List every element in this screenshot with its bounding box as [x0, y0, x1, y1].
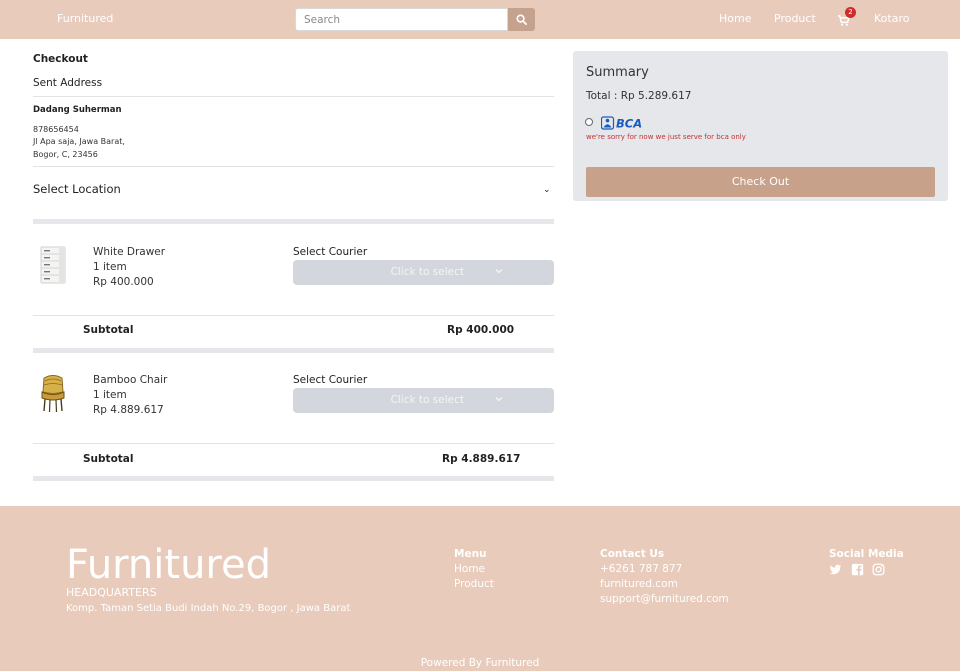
product-image-bamboo-chair: [36, 372, 70, 416]
courier-select[interactable]: Click to select: [293, 388, 554, 413]
navbar: Furnitured Home Product 2 Kotaro: [0, 0, 960, 39]
svg-text:BCA: BCA: [616, 117, 642, 130]
cart-count-badge: 2: [845, 7, 856, 18]
instagram-icon[interactable]: [872, 563, 885, 576]
bca-logo: BCA: [600, 115, 647, 131]
subtotal-value: Rp 400.000: [447, 324, 515, 336]
twitter-icon[interactable]: [829, 563, 842, 576]
footer-contact-website[interactable]: furnitured.com: [600, 578, 678, 590]
nav-home-link[interactable]: Home: [719, 12, 751, 25]
summary-total: Total : Rp 5.289.617: [586, 90, 692, 102]
footer-contact-phone: +6261 787 877: [600, 563, 683, 575]
product-name: Bamboo Chair: [93, 374, 168, 386]
brand-link[interactable]: Furnitured: [57, 12, 113, 25]
section-separator: [33, 219, 554, 224]
subtotal-label: Subtotal: [83, 453, 134, 465]
product-image-white-drawer: [36, 243, 70, 287]
footer-hq-label: HEADQUARTERS: [66, 586, 157, 599]
nav-product-link[interactable]: Product: [774, 12, 816, 25]
footer-brand: Furnitured: [66, 542, 271, 588]
recipient-phone: 878656454: [33, 125, 79, 134]
check-out-button[interactable]: Check Out: [586, 167, 935, 197]
courier-select[interactable]: Click to select: [293, 260, 554, 285]
subtotal-value: Rp 4.889.617: [442, 453, 521, 465]
footer-contact-title: Contact Us: [600, 548, 665, 560]
summary-title: Summary: [586, 65, 649, 80]
search-icon: [516, 14, 527, 25]
product-quantity: 1 item: [93, 261, 127, 273]
courier-placeholder: Click to select: [390, 266, 464, 278]
footer-hq-address: Komp. Taman Setia Budi Indah No.29, Bogo…: [66, 603, 351, 614]
product-name: White Drawer: [93, 246, 166, 258]
bca-payment-radio[interactable]: [585, 118, 593, 126]
courier-label: Select Courier: [293, 374, 368, 386]
nav-user-link[interactable]: Kotaro: [874, 12, 909, 25]
facebook-icon[interactable]: [851, 563, 864, 576]
recipient-name: Dadang Suherman: [33, 105, 122, 115]
powered-by: Powered By Furnitured: [420, 657, 540, 669]
divider: [33, 166, 554, 167]
footer-contact-email[interactable]: support@furnitured.com: [600, 593, 729, 605]
bca-note: we're sorry for now we just serve for bc…: [586, 133, 746, 141]
chevron-down-icon[interactable]: ⌄: [543, 185, 551, 195]
search-input[interactable]: [295, 8, 508, 31]
chevron-down-icon: [495, 397, 503, 402]
courier-label: Select Courier: [293, 246, 368, 258]
subtotal-label: Subtotal: [83, 324, 134, 336]
divider: [33, 315, 554, 316]
chevron-down-icon: [495, 269, 503, 274]
footer-menu-home[interactable]: Home: [454, 563, 485, 575]
divider: [33, 96, 554, 97]
product-quantity: 1 item: [93, 389, 127, 401]
footer-menu-product[interactable]: Product: [454, 578, 494, 590]
select-location-dropdown[interactable]: Select Location: [33, 182, 121, 196]
sent-address-label: Sent Address: [33, 77, 103, 89]
product-price: Rp 400.000: [93, 276, 154, 288]
courier-placeholder: Click to select: [390, 394, 464, 406]
footer: Furnitured HEADQUARTERS Komp. Taman Seti…: [0, 506, 960, 671]
search-button[interactable]: [508, 8, 535, 31]
checkout-title: Checkout: [33, 53, 88, 65]
address-line-2: Bogor, C, 23456: [33, 150, 98, 159]
footer-menu-title: Menu: [454, 548, 487, 560]
footer-social-title: Social Media: [829, 548, 904, 560]
divider: [33, 443, 554, 444]
address-line-1: Jl Apa saja, Jawa Barat,: [33, 137, 125, 146]
section-separator: [33, 476, 554, 481]
section-separator: [33, 348, 554, 353]
product-price: Rp 4.889.617: [93, 404, 164, 416]
search-bar: [295, 8, 535, 31]
summary-panel: Summary Total : Rp 5.289.617 BCA we're s…: [573, 51, 948, 201]
